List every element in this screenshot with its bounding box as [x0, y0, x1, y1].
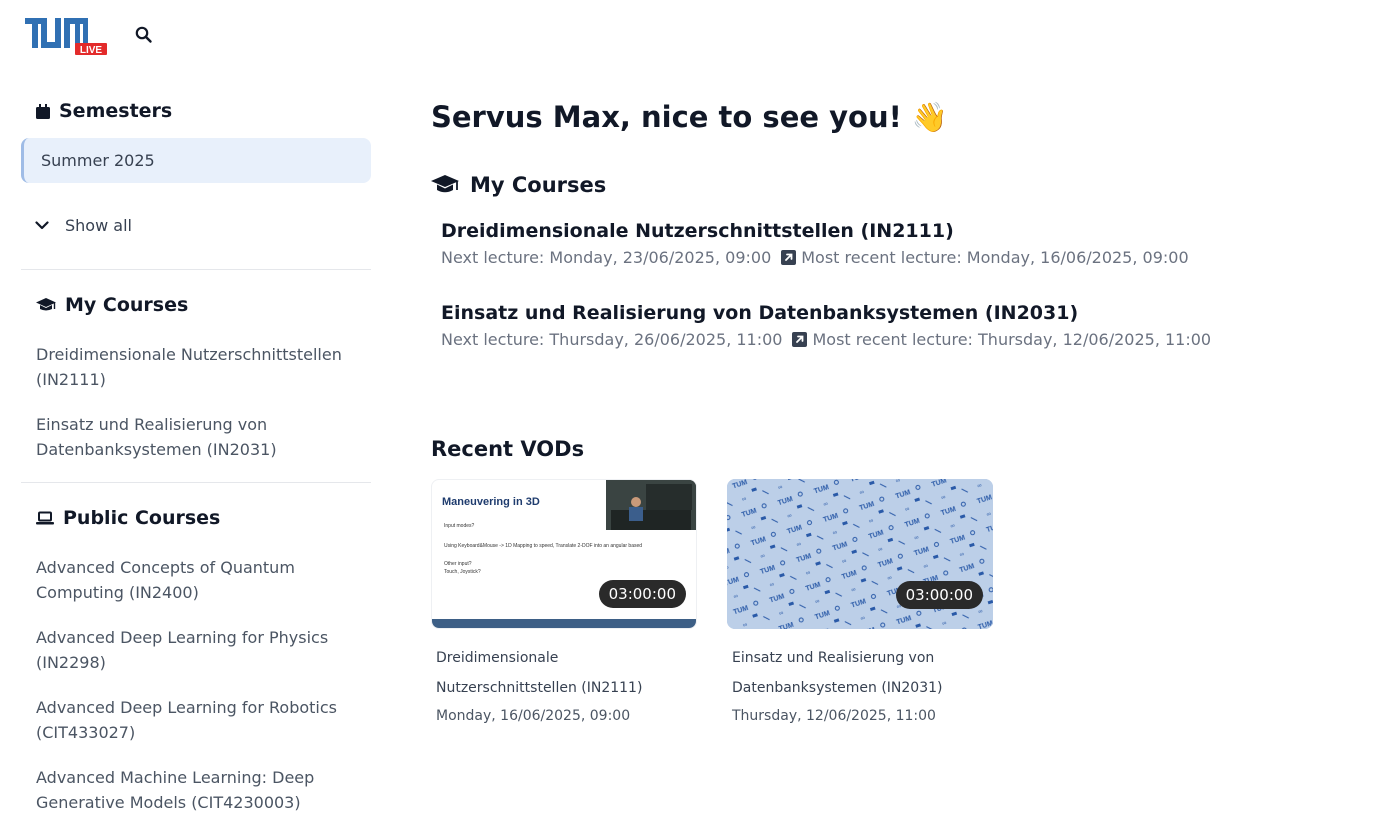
slide-title: Maneuvering in 3D [442, 496, 540, 508]
sidebar-course-link[interactable]: Dreidimensionale Nutzerschnittstellen (I… [21, 342, 371, 392]
course-card: Dreidimensionale Nutzerschnittstellen (I… [431, 220, 1331, 267]
vod-card[interactable]: Maneuvering in 3D Input modes? Using Key… [431, 479, 697, 729]
course-meta: Next lecture: Thursday, 26/06/2025, 11:0… [441, 330, 1331, 349]
vod-date: Monday, 16/06/2025, 09:00 [436, 708, 631, 724]
semesters-heading-label: Semesters [59, 100, 173, 122]
main-content: Servus Max, nice to see you! 👋 My Course… [431, 96, 1331, 729]
divider [21, 482, 371, 483]
vod-list: Maneuvering in 3D Input modes? Using Key… [431, 479, 1331, 729]
next-lecture-text: Next lecture: Thursday, 26/06/2025, 11:0… [441, 330, 783, 349]
tum-live-logo[interactable]: LIVE [25, 16, 109, 56]
slide-bullet: Touch, Joystick? [444, 569, 481, 575]
my-courses-sidebar-heading: My Courses [21, 290, 371, 320]
slide-bullet: Input modes? [444, 523, 475, 529]
recent-lecture-text: Most recent lecture: Monday, 16/06/2025,… [801, 248, 1189, 267]
logo-badge: LIVE [80, 45, 103, 56]
graduation-cap-icon [35, 298, 57, 312]
external-link-icon[interactable] [781, 250, 797, 265]
laptop-icon [35, 511, 55, 525]
sidebar-course-link[interactable]: Einsatz und Realisierung von Datenbanksy… [21, 412, 371, 462]
vod-title[interactable]: Dreidimensionale Nutzerschnittstellen (I… [431, 643, 697, 703]
next-lecture-text: Next lecture: Monday, 23/06/2025, 09:00 [441, 248, 772, 267]
show-all-label: Show all [65, 215, 132, 235]
course-card: Einsatz und Realisierung von Datenbanksy… [431, 302, 1331, 349]
show-all-button[interactable]: Show all [21, 201, 371, 249]
public-course-link[interactable]: Advanced Deep Learning for Physics (IN22… [21, 625, 371, 675]
recent-lecture-text: Most recent lecture: Thursday, 12/06/202… [812, 330, 1212, 349]
public-course-link[interactable]: Advanced Concepts of Quantum Computing (… [21, 555, 371, 605]
vod-thumbnail[interactable]: TUM ∞ 03:00:00 [727, 479, 993, 629]
my-courses-sidebar-label: My Courses [65, 294, 189, 316]
my-courses-heading-label: My Courses [470, 173, 607, 197]
public-course-link[interactable]: Advanced Machine Learning: Deep Generati… [21, 765, 371, 815]
vod-card[interactable]: TUM ∞ 03:00:00 Einsatz und Realisierung … [727, 479, 993, 729]
public-courses-label: Public Courses [63, 507, 221, 529]
public-courses-heading: Public Courses [21, 503, 371, 533]
vod-title-line: Dreidimensionale [436, 650, 559, 666]
graduation-cap-icon [431, 175, 461, 195]
course-title[interactable]: Einsatz und Realisierung von Datenbanksy… [441, 302, 1331, 324]
vod-title-line: Nutzerschnittstellen (IN2111) [436, 680, 643, 696]
external-link-icon[interactable] [792, 332, 808, 347]
semester-item-current[interactable]: Summer 2025 [21, 138, 371, 183]
semesters-heading: Semesters [21, 96, 371, 126]
slide-bullet: Other input? [444, 561, 472, 567]
vod-date: Thursday, 12/06/2025, 11:00 [732, 708, 936, 724]
slide-bullets: Input modes? Using Keyboard&Mouse -> 1D … [444, 522, 644, 576]
calendar-icon [35, 103, 51, 119]
vod-thumbnail[interactable]: Maneuvering in 3D Input modes? Using Key… [431, 479, 697, 629]
search-icon[interactable] [134, 25, 154, 45]
duration-badge: 03:00:00 [598, 580, 686, 608]
my-courses-heading: My Courses [431, 170, 1331, 200]
public-course-link[interactable]: Advanced Deep Learning for Robotics (CIT… [21, 695, 371, 745]
vod-title[interactable]: Einsatz und Realisierung von Datenbanksy… [727, 643, 993, 703]
vod-title-line: Datenbanksystemen (IN2031) [732, 680, 943, 696]
slide-bullet: Using Keyboard&Mouse -> 1D Mapping to sp… [444, 543, 643, 549]
progress-bar [432, 619, 696, 628]
recent-vods-heading: Recent VODs [431, 437, 585, 461]
vod-title-line: Einsatz und Realisierung von [732, 650, 935, 666]
chevron-down-icon [35, 220, 51, 230]
course-meta: Next lecture: Monday, 23/06/2025, 09:00 … [441, 248, 1331, 267]
greeting-heading: Servus Max, nice to see you! 👋 [431, 99, 949, 134]
duration-badge: 03:00:00 [895, 581, 983, 609]
divider [21, 269, 371, 270]
sidebar: Semesters Summer 2025 Show all My Course… [21, 96, 371, 829]
course-title[interactable]: Dreidimensionale Nutzerschnittstellen (I… [441, 220, 1331, 242]
